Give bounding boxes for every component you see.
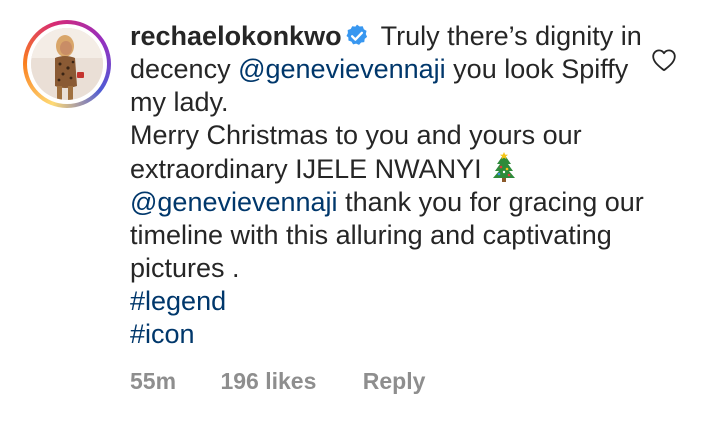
hashtag-link[interactable]: #legend xyxy=(130,286,226,316)
mention-link[interactable]: @genevievennaji xyxy=(130,187,338,217)
avatar[interactable] xyxy=(23,20,111,108)
comment-likes-count[interactable]: 196 likes xyxy=(220,366,316,396)
comment-timestamp[interactable]: 55m xyxy=(130,366,176,396)
avatar-illustration xyxy=(31,28,103,100)
verified-badge-icon xyxy=(344,23,370,49)
comment: rechaelokonkwo Truly there’s dignity in … xyxy=(0,0,720,436)
comment-body: rechaelokonkwo Truly there’s dignity in … xyxy=(130,20,650,351)
avatar-photo xyxy=(31,28,103,100)
hashtag-link[interactable]: #icon xyxy=(130,319,195,349)
christmas-tree-icon xyxy=(491,152,517,182)
reply-button[interactable]: Reply xyxy=(363,366,426,396)
mention-link[interactable]: @genevievennaji xyxy=(238,54,446,84)
heart-outline-icon[interactable] xyxy=(651,48,677,72)
comment-username[interactable]: rechaelokonkwo xyxy=(130,21,342,51)
comment-meta: 55m 196 likes Reply xyxy=(130,366,425,396)
